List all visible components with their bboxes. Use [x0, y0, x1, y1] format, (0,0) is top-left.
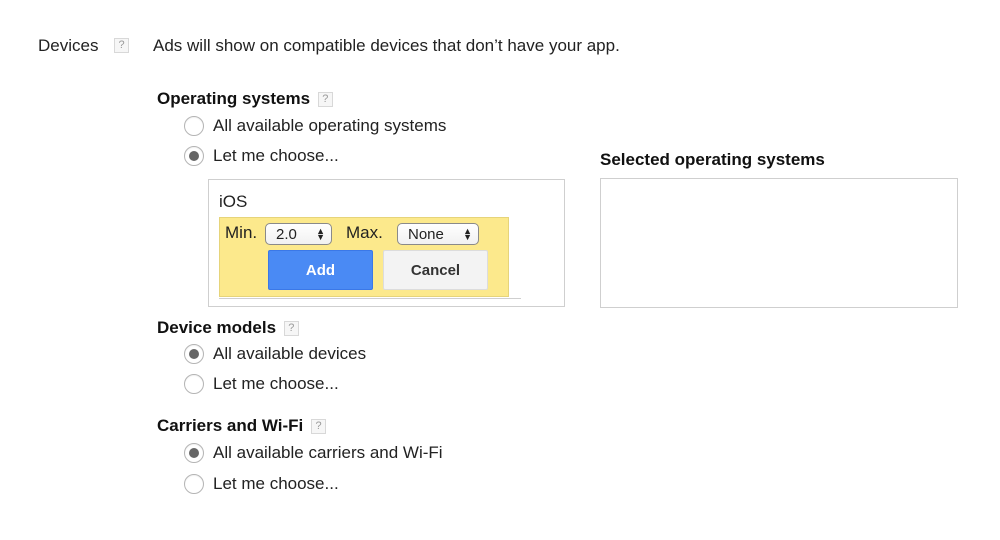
max-version-label: Max. — [346, 223, 383, 242]
max-version-value: None — [408, 225, 444, 243]
os-name[interactable]: iOS — [219, 192, 247, 212]
divider — [219, 298, 521, 299]
select-arrows-icon: ▲ ▼ — [463, 226, 472, 242]
select-arrows-icon: ▲ ▼ — [316, 226, 325, 242]
min-version-select[interactable]: 2.0 ▲ ▼ — [265, 223, 332, 245]
device-option-choose[interactable]: Let me choose... — [184, 374, 339, 394]
os-option-all-label: All available operating systems — [213, 116, 447, 135]
operating-systems-heading: Operating systems ? — [157, 89, 333, 109]
radio-button[interactable] — [184, 374, 204, 394]
os-option-choose[interactable]: Let me choose... — [184, 146, 339, 166]
os-picker-box: iOS Min. 2.0 ▲ ▼ Max. None ▲ ▼ Add Cancel — [208, 179, 565, 307]
max-version-select[interactable]: None ▲ ▼ — [397, 223, 479, 245]
device-models-heading-text: Device models — [157, 318, 277, 337]
carriers-help-icon[interactable]: ? — [311, 419, 327, 435]
radio-button-checked[interactable] — [184, 146, 204, 166]
os-option-choose-label: Let me choose... — [213, 146, 339, 165]
carriers-heading-text: Carriers and Wi-Fi — [157, 416, 304, 435]
carriers-heading: Carriers and Wi-Fi ? — [157, 416, 327, 436]
selected-os-heading: Selected operating systems — [600, 150, 825, 169]
carrier-option-all-label: All available carriers and Wi-Fi — [213, 443, 443, 462]
version-range-panel: Min. 2.0 ▲ ▼ Max. None ▲ ▼ Add Cancel — [219, 217, 509, 297]
radio-button[interactable] — [184, 474, 204, 494]
device-models-help-icon[interactable]: ? — [283, 321, 299, 337]
devices-label: Devices — [38, 36, 98, 56]
selected-os-list[interactable] — [600, 178, 958, 308]
device-option-choose-label: Let me choose... — [213, 374, 339, 393]
min-version-label: Min. — [225, 223, 258, 242]
add-button[interactable]: Add — [268, 250, 373, 290]
os-option-all[interactable]: All available operating systems — [184, 116, 446, 136]
operating-systems-heading-text: Operating systems — [157, 89, 311, 108]
min-version-value: 2.0 — [276, 225, 297, 243]
devices-label-text: Devices — [38, 36, 99, 55]
device-models-heading: Device models ? — [157, 318, 299, 338]
device-option-all-label: All available devices — [213, 344, 367, 363]
device-option-all[interactable]: All available devices — [184, 344, 366, 364]
radio-button[interactable] — [184, 116, 204, 136]
operating-systems-help-icon[interactable]: ? — [317, 92, 333, 108]
radio-button-checked[interactable] — [184, 344, 204, 364]
devices-help-icon[interactable]: ? — [114, 38, 129, 53]
devices-description: Ads will show on compatible devices that… — [153, 36, 620, 55]
carrier-option-choose-label: Let me choose... — [213, 474, 339, 493]
carrier-option-all[interactable]: All available carriers and Wi-Fi — [184, 443, 443, 463]
carrier-option-choose[interactable]: Let me choose... — [184, 474, 339, 494]
cancel-button[interactable]: Cancel — [383, 250, 488, 290]
radio-button-checked[interactable] — [184, 443, 204, 463]
